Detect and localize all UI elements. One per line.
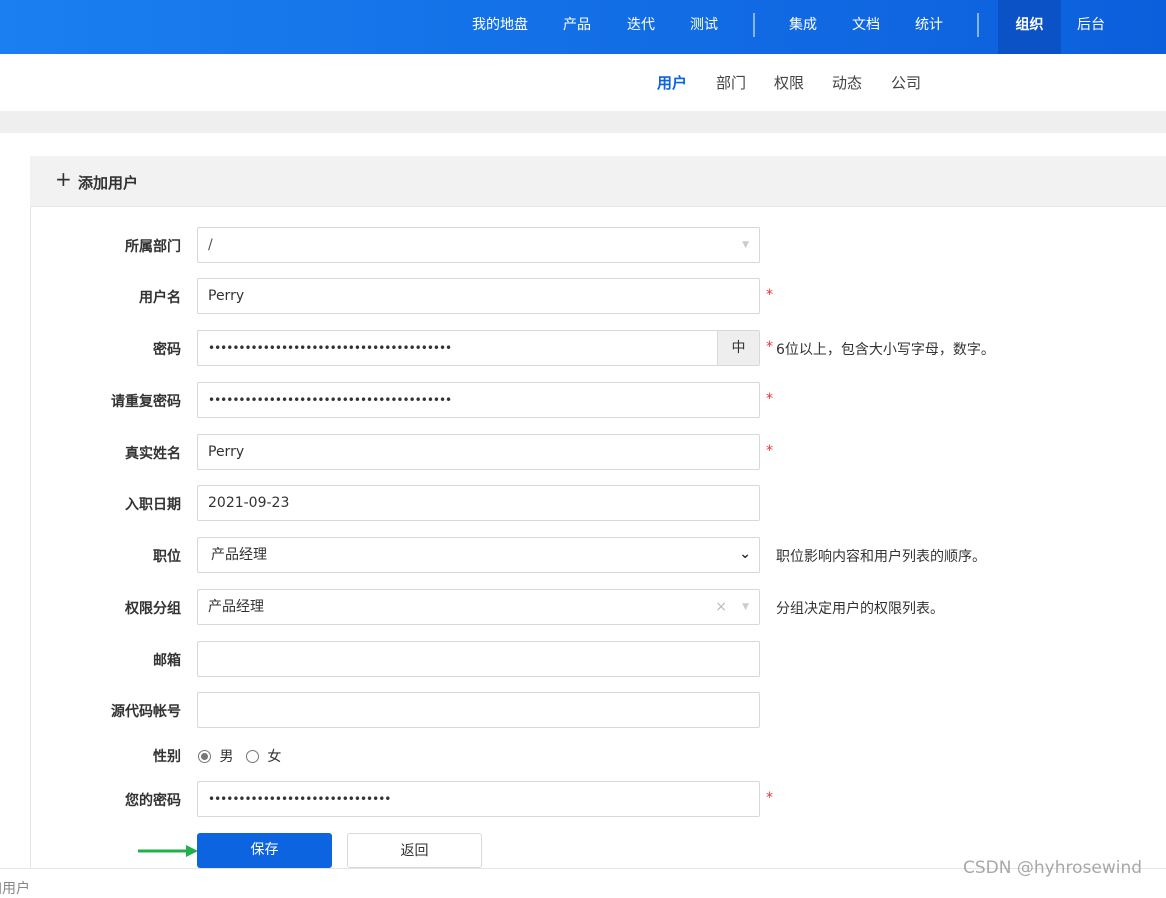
label-join: 入职日期	[125, 497, 181, 513]
group-value: 产品经理	[208, 599, 264, 615]
required-mark: *	[766, 391, 773, 407]
label-dept: 所属部门	[125, 239, 181, 255]
dept-value: /	[208, 237, 213, 253]
join-date-input[interactable]: 2021-09-23	[197, 485, 760, 521]
nav-execution[interactable]: 迭代	[611, 0, 671, 54]
top-navbar: 我的地盘 产品 迭代 测试 集成 文档 统计 组织 后台	[0, 0, 1166, 54]
label-commiter: 源代码帐号	[111, 704, 181, 720]
password-value: ••••••••••••••••••••••••••••••••••••••••	[208, 341, 452, 355]
subnav-company[interactable]: 公司	[891, 72, 921, 93]
account-input[interactable]: Perry	[197, 278, 760, 314]
caret-down-icon: ▼	[742, 602, 749, 612]
subnav-priv[interactable]: 权限	[774, 72, 804, 93]
label-password2: 请重复密码	[111, 394, 181, 410]
role-value: 产品经理	[211, 547, 267, 563]
panel-header: + 添加用户	[30, 156, 1166, 207]
nav-admin[interactable]: 后台	[1061, 0, 1121, 54]
footer-partial-text: 加用户	[0, 881, 30, 897]
password-hint: 6位以上，包含大小写字母，数字。	[776, 342, 995, 358]
label-gender: 性别	[153, 749, 181, 765]
password-input[interactable]: ••••••••••••••••••••••••••••••••••••••••…	[197, 330, 760, 366]
nav-divider	[753, 13, 755, 37]
commiter-input[interactable]	[197, 692, 760, 728]
label-group: 权限分组	[125, 601, 181, 617]
password2-input[interactable]: ••••••••••••••••••••••••••••••••••••••••	[197, 382, 760, 418]
label-email: 邮箱	[153, 653, 181, 669]
plus-icon: +	[55, 167, 72, 191]
nav-product[interactable]: 产品	[547, 0, 607, 54]
nav-company[interactable]: 组织	[998, 0, 1061, 54]
gender-radio-group: 男 女	[198, 746, 281, 766]
role-select[interactable]: 产品经理 ⌄	[197, 537, 760, 573]
clear-icon[interactable]: ×	[715, 590, 727, 624]
required-mark: *	[766, 790, 773, 806]
nav-ci[interactable]: 集成	[773, 0, 833, 54]
dept-select[interactable]: / ▼	[197, 227, 760, 263]
watermark: CSDN @hyhrosewind	[963, 858, 1143, 878]
role-hint: 职位影响内容和用户列表的顺序。	[776, 549, 986, 565]
nav-report[interactable]: 统计	[899, 0, 959, 54]
label-account: 用户名	[139, 290, 181, 306]
subnav-dynamic[interactable]: 动态	[832, 72, 862, 93]
group-select[interactable]: 产品经理 × ▼	[197, 589, 760, 625]
subnav-user[interactable]: 用户	[657, 72, 687, 93]
subnav-dept[interactable]: 部门	[716, 72, 746, 93]
panel-title: 添加用户	[78, 174, 139, 192]
required-mark: *	[766, 443, 773, 459]
nav-doc[interactable]: 文档	[836, 0, 896, 54]
email-input[interactable]	[197, 641, 760, 677]
nav-my[interactable]: 我的地盘	[456, 0, 544, 54]
required-mark: *	[766, 287, 773, 303]
verify-password-input[interactable]: ••••••••••••••••••••••••••••••	[197, 781, 760, 817]
back-button[interactable]: 返回	[347, 833, 482, 868]
label-password: 密码	[153, 342, 181, 358]
realname-input[interactable]: Perry	[197, 434, 760, 470]
annotation-arrow-icon	[138, 845, 198, 857]
sub-navbar: 用户 部门 权限 动态 公司	[0, 54, 1166, 111]
chevron-down-icon: ⌄	[739, 546, 751, 562]
label-realname: 真实姓名	[125, 446, 181, 462]
label-role: 职位	[153, 549, 181, 565]
radio-male-label[interactable]: 男	[219, 749, 233, 765]
radio-female[interactable]	[245, 750, 259, 763]
password-strength: 中	[717, 331, 759, 365]
save-button[interactable]: 保存	[197, 833, 332, 868]
label-verify: 您的密码	[125, 793, 181, 809]
radio-male[interactable]	[198, 750, 211, 763]
required-mark: *	[766, 339, 773, 355]
radio-female-label[interactable]: 女	[267, 749, 281, 765]
spacer	[0, 111, 1166, 133]
caret-down-icon: ▼	[742, 240, 749, 250]
group-hint: 分组决定用户的权限列表。	[776, 601, 944, 617]
nav-qa[interactable]: 测试	[674, 0, 734, 54]
nav-divider	[977, 13, 979, 37]
